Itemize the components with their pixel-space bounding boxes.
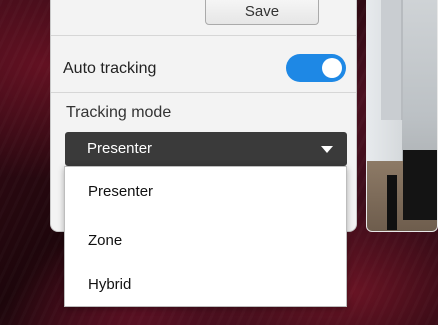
preview-door xyxy=(381,0,403,120)
tracking-mode-select[interactable]: Presenter xyxy=(65,132,347,166)
auto-tracking-toggle[interactable] xyxy=(286,54,346,82)
divider xyxy=(51,35,356,36)
tracking-mode-label: Tracking mode xyxy=(66,104,172,121)
dropdown-option-presenter[interactable]: Presenter xyxy=(88,183,153,200)
preview-chair xyxy=(403,150,437,220)
preview-chair-leg xyxy=(387,175,397,230)
tracking-mode-dropdown: Presenter Zone Hybrid xyxy=(64,166,347,307)
dropdown-option-zone[interactable]: Zone xyxy=(88,232,122,249)
auto-tracking-label: Auto tracking xyxy=(63,60,157,77)
chevron-down-icon xyxy=(321,146,333,153)
toggle-knob xyxy=(322,58,342,78)
tracking-mode-selected-value: Presenter xyxy=(87,140,153,157)
save-button[interactable]: Save xyxy=(205,0,319,25)
dropdown-option-hybrid[interactable]: Hybrid xyxy=(88,276,131,293)
divider xyxy=(51,92,356,93)
camera-preview xyxy=(366,0,438,232)
